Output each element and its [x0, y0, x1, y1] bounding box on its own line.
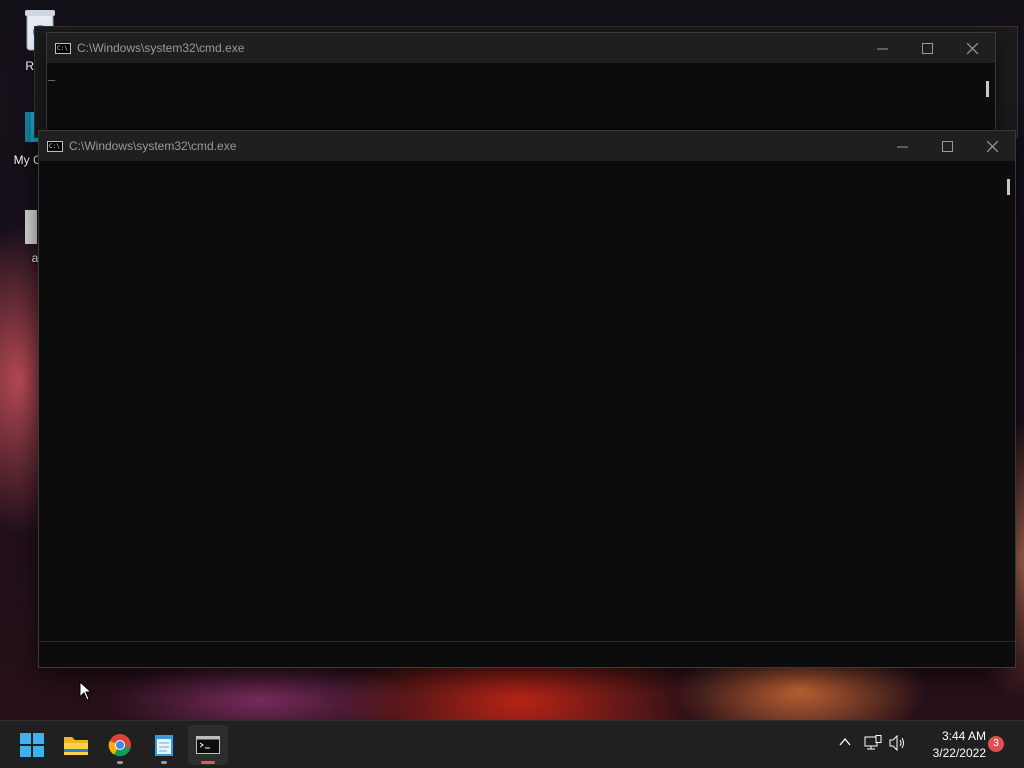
file-icon — [25, 210, 45, 244]
active-indicator — [201, 761, 215, 764]
close-icon — [987, 140, 998, 152]
maximize-button[interactable] — [925, 131, 970, 161]
close-icon — [967, 42, 978, 54]
terminal-icon — [196, 736, 220, 754]
maximize-button[interactable] — [905, 33, 950, 63]
folder-icon — [64, 737, 88, 755]
console-area[interactable] — [39, 161, 999, 641]
taskbar: 3:44 AM 3/22/2022 — [0, 720, 1024, 768]
minimize-icon — [877, 48, 888, 49]
speaker-icon — [889, 734, 904, 752]
minimize-button[interactable] — [860, 33, 905, 63]
network-button[interactable] — [864, 735, 882, 756]
notepad-icon — [155, 735, 173, 756]
desktop: Recy My Co a C:\ C:\Windows\system32\cmd… — [0, 0, 1024, 768]
notification-badge[interactable]: 3 — [988, 736, 1004, 752]
window-title: C:\Windows\system32\cmd.exe — [69, 139, 237, 153]
scrollbar[interactable] — [1007, 179, 1010, 195]
console-area[interactable]: _ — [47, 63, 979, 139]
taskbar-file-explorer[interactable] — [56, 725, 96, 765]
minimize-icon — [897, 146, 908, 147]
cmd-app-icon: C:\ — [47, 140, 63, 152]
minimize-button[interactable] — [880, 131, 925, 161]
running-indicator — [117, 761, 123, 764]
windows-logo-icon — [20, 733, 44, 757]
running-indicator — [161, 761, 167, 764]
chrome-icon — [108, 734, 131, 757]
clock-date: 3/22/2022 — [932, 746, 986, 760]
start-button[interactable] — [12, 725, 52, 765]
console-cursor: _ — [48, 67, 56, 81]
show-hidden-icons-button[interactable] — [838, 735, 852, 754]
taskbar-chrome[interactable] — [100, 725, 140, 765]
title-bar[interactable]: C:\ C:\Windows\system32\cmd.exe — [39, 131, 1015, 161]
mouse-pointer-icon — [79, 681, 93, 701]
scrollbar[interactable] — [986, 81, 989, 97]
maximize-icon — [942, 140, 953, 152]
clock[interactable]: 3:44 AM 3/22/2022 — [912, 728, 986, 762]
close-button[interactable] — [950, 33, 995, 63]
network-icon — [864, 735, 882, 750]
title-bar[interactable]: C:\ C:\Windows\system32\cmd.exe — [47, 33, 995, 63]
window-title: C:\Windows\system32\cmd.exe — [77, 41, 245, 55]
volume-button[interactable] — [889, 734, 907, 756]
cmd-window-front[interactable]: C:\ C:\Windows\system32\cmd.exe — [38, 130, 1016, 668]
clock-time: 3:44 AM — [941, 729, 986, 743]
cmd-window-back[interactable]: C:\ C:\Windows\system32\cmd.exe _ — [46, 32, 996, 142]
taskbar-notepad[interactable] — [144, 725, 184, 765]
console-divider — [39, 641, 1015, 642]
maximize-icon — [922, 42, 933, 54]
cmd-app-icon: C:\ — [55, 42, 71, 54]
chevron-up-icon — [839, 737, 851, 746]
taskbar-command-prompt[interactable] — [188, 725, 228, 765]
close-button[interactable] — [970, 131, 1015, 161]
